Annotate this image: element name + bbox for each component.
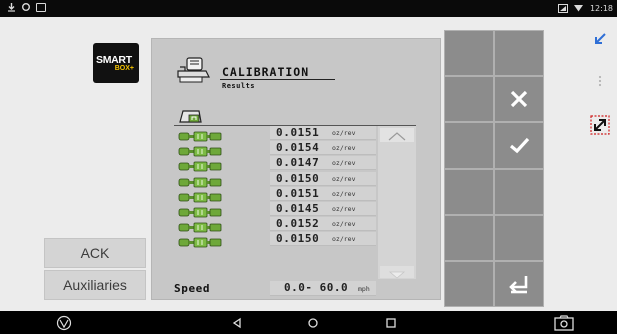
calibration-value-field: 0.0152 oz/rev	[270, 217, 376, 232]
speed-label: Speed	[174, 282, 211, 295]
calibration-value: 0.0147	[276, 156, 320, 170]
sensor-icon	[178, 203, 222, 218]
navigation-bar	[0, 311, 617, 334]
softkey-10[interactable]	[494, 214, 544, 261]
calibration-meter-icon	[176, 55, 210, 85]
close-button[interactable]	[494, 76, 544, 123]
sensor-icon	[178, 173, 222, 187]
resize-icon[interactable]	[588, 113, 612, 137]
sensor-icon	[178, 233, 222, 248]
calibration-value: 0.0150	[276, 171, 320, 185]
softkey-11[interactable]	[444, 260, 494, 308]
more-icon[interactable]	[588, 69, 612, 93]
calibration-panel: CALIBRATION Results 0.0151 oz/rev 0.0154 oz…	[151, 38, 441, 300]
calibration-unit: oz/rev	[332, 189, 356, 198]
calibration-value-field: 0.0145 oz/rev	[270, 201, 376, 216]
softkey-2[interactable]	[494, 30, 544, 77]
sensor-icon	[178, 188, 222, 203]
speed-unit: mph	[358, 285, 370, 293]
calibration-unit: oz/rev	[332, 220, 356, 229]
return-button[interactable]	[494, 260, 544, 308]
calibration-unit: oz/rev	[332, 204, 356, 213]
softkey-3[interactable]	[444, 76, 494, 123]
check-icon	[508, 134, 530, 156]
sensor-icon	[178, 157, 222, 172]
app-area: SMART BOX+ ACK Auxiliaries CALIBRATION R…	[0, 17, 617, 311]
softkey-9[interactable]	[444, 214, 494, 261]
speed-range-value: 0.0- 60.0	[284, 281, 349, 294]
results-list: 0.0151 oz/rev 0.0154 oz/rev 0.0147 oz/rev 0.01…	[174, 125, 376, 248]
clock: 12:18	[589, 3, 613, 13]
calibration-value-field: 0.0151 oz/rev	[270, 186, 376, 201]
collapse-arrow-icon[interactable]	[588, 27, 612, 51]
table-row: 0.0147 oz/rev	[174, 155, 376, 172]
table-row: 0.0151 oz/rev	[174, 186, 376, 203]
scroll-down-button[interactable]	[380, 266, 414, 279]
calibration-value: 0.0154	[276, 141, 320, 155]
softkey-grid	[444, 30, 544, 308]
logo-text-box: BOX+	[114, 65, 134, 72]
tablet-screen: 12:18 SMART BOX+ ACK Auxiliaries CALIBRA…	[0, 0, 617, 334]
table-row: 0.0151 oz/rev	[174, 125, 376, 142]
recents-icon[interactable]	[383, 315, 399, 331]
auxiliaries-button[interactable]: Auxiliaries	[44, 270, 146, 300]
table-row: 0.0154 oz/rev	[174, 140, 376, 157]
table-row: 0.0145 oz/rev	[174, 201, 376, 218]
softkey-8[interactable]	[494, 168, 544, 215]
results-scrollbar[interactable]	[378, 126, 416, 279]
wifi-icon	[574, 3, 584, 13]
close-icon	[508, 88, 530, 110]
sensor-icon	[178, 127, 222, 142]
smartbox-logo[interactable]: SMART BOX+	[93, 43, 139, 83]
calibration-value: 0.0151	[276, 126, 320, 139]
sync-icon	[21, 2, 31, 12]
table-row: 0.0150 oz/rev	[174, 231, 376, 248]
speed-range-field: 0.0- 60.0 mph	[270, 281, 376, 296]
calibration-value-field: 0.0147 oz/rev	[270, 156, 376, 171]
calibration-value-field: 0.0150 oz/rev	[270, 232, 376, 247]
calibration-value: 0.0151	[276, 186, 320, 200]
softkey-7[interactable]	[444, 168, 494, 215]
calibration-subtitle: Results	[222, 82, 256, 90]
screenshot-icon[interactable]	[553, 315, 575, 331]
check-button[interactable]	[494, 122, 544, 169]
calibration-unit: oz/rev	[332, 129, 356, 137]
sensor-icon	[178, 142, 222, 157]
calibration-unit: oz/rev	[332, 235, 356, 244]
softkey-1[interactable]	[444, 30, 494, 77]
signal-icon	[557, 3, 568, 13]
calibration-value: 0.0152	[276, 217, 320, 231]
notification-box-icon	[36, 2, 46, 12]
calibration-value: 0.0145	[276, 201, 320, 215]
calibration-title: CALIBRATION	[222, 65, 310, 79]
calibration-unit: oz/rev	[332, 144, 356, 153]
return-icon	[507, 273, 531, 295]
table-row: 0.0150 oz/rev	[174, 171, 376, 187]
back-icon[interactable]	[229, 315, 245, 331]
sensor-icon	[178, 218, 222, 233]
download-icon	[6, 2, 16, 12]
calibration-unit: oz/rev	[332, 174, 356, 183]
calibration-value-field: 0.0150 oz/rev	[270, 171, 376, 186]
calibration-value-field: 0.0154 oz/rev	[270, 141, 376, 156]
calibration-value-field: 0.0151 oz/rev	[270, 126, 376, 140]
home-icon[interactable]	[305, 315, 321, 331]
calibration-value: 0.0150	[276, 232, 320, 246]
product-bin-icon	[177, 107, 205, 124]
status-bar: 12:18	[0, 0, 617, 17]
scroll-up-button[interactable]	[380, 128, 414, 142]
table-row: 0.0152 oz/rev	[174, 216, 376, 233]
app-logo-icon[interactable]	[56, 315, 72, 331]
ack-button[interactable]: ACK	[44, 238, 146, 268]
softkey-5[interactable]	[444, 122, 494, 169]
calibration-unit: oz/rev	[332, 159, 356, 168]
title-underline	[220, 79, 335, 80]
